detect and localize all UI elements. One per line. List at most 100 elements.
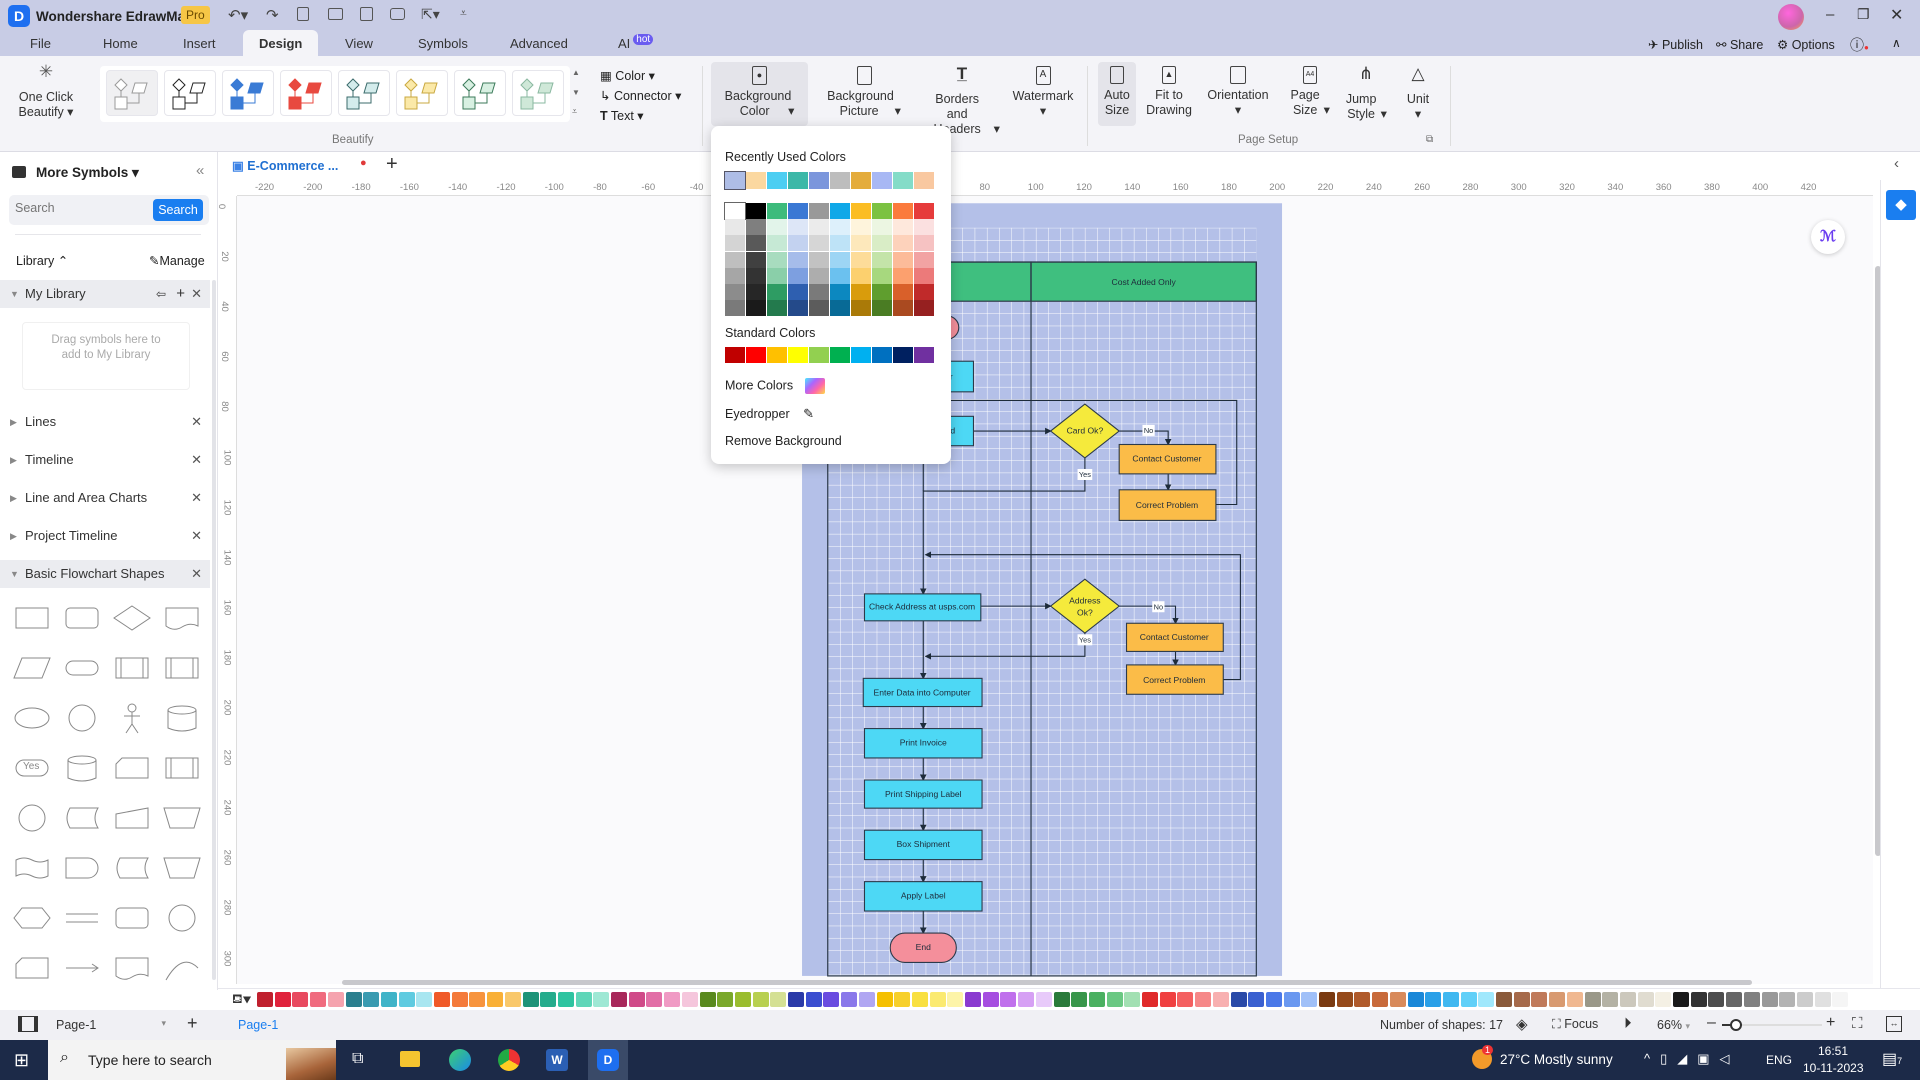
palette-color-swatch[interactable] bbox=[734, 992, 751, 1007]
library-my-library[interactable]: ▼ My Library ⇦ + ✕ bbox=[0, 280, 210, 308]
theme-style-6[interactable] bbox=[396, 70, 448, 116]
options-button[interactable]: ⚙ Options bbox=[1777, 37, 1835, 52]
remove-background-button[interactable]: Remove Background bbox=[725, 434, 842, 448]
theme-color-swatch[interactable] bbox=[872, 203, 892, 219]
shape-rounded-rect[interactable] bbox=[62, 600, 102, 636]
palette-color-swatch[interactable] bbox=[363, 992, 380, 1007]
connector-dropdown[interactable]: ↳ Connector ▾ bbox=[600, 88, 681, 103]
theme-color-swatch[interactable] bbox=[746, 251, 766, 268]
file-explorer-icon[interactable] bbox=[400, 1051, 420, 1067]
theme-color-swatch[interactable] bbox=[872, 251, 892, 268]
theme-color-swatch[interactable] bbox=[725, 251, 745, 268]
theme-color-swatch[interactable] bbox=[809, 203, 829, 219]
shape-table[interactable] bbox=[162, 750, 202, 786]
shape-trapezoid[interactable] bbox=[162, 850, 202, 886]
watermark-button[interactable]: A Watermark ▾ bbox=[1012, 66, 1074, 119]
shape-manual-operation[interactable] bbox=[162, 800, 202, 836]
zoom-slider[interactable] bbox=[1722, 1019, 1822, 1031]
theme-color-swatch[interactable] bbox=[746, 284, 766, 300]
theme-color-swatch[interactable] bbox=[746, 300, 766, 317]
palette-color-swatch[interactable] bbox=[876, 992, 893, 1007]
palette-color-swatch[interactable] bbox=[1389, 992, 1406, 1007]
print-icon[interactable] bbox=[390, 8, 405, 20]
fit-to-drawing-button[interactable]: ▲ Fit to Drawing bbox=[1143, 66, 1195, 118]
theme-style-3[interactable] bbox=[222, 70, 274, 116]
theme-color-swatch[interactable] bbox=[788, 235, 808, 252]
theme-color-swatch[interactable] bbox=[788, 267, 808, 284]
drawing-canvas[interactable]: ℳ bbox=[237, 196, 1881, 985]
shape-cylinder[interactable] bbox=[62, 750, 102, 786]
theme-color-swatch[interactable] bbox=[914, 235, 934, 252]
gallery-scroll-down-icon[interactable]: ▼ bbox=[572, 88, 580, 97]
tab-view[interactable]: View bbox=[345, 36, 373, 51]
theme-color-swatch[interactable] bbox=[914, 300, 934, 317]
symbol-search-input[interactable] bbox=[15, 201, 145, 215]
theme-style-8[interactable] bbox=[512, 70, 564, 116]
palette-color-swatch[interactable] bbox=[982, 992, 999, 1007]
palette-color-swatch[interactable] bbox=[805, 992, 822, 1007]
tab-insert[interactable]: Insert bbox=[183, 36, 216, 51]
palette-color-swatch[interactable] bbox=[1088, 992, 1105, 1007]
palette-color-swatch[interactable] bbox=[947, 992, 964, 1007]
collapse-panel-icon[interactable]: « bbox=[196, 162, 204, 179]
theme-color-swatch[interactable] bbox=[914, 219, 934, 236]
chrome-browser-icon[interactable] bbox=[498, 1049, 520, 1071]
palette-color-swatch[interactable] bbox=[1301, 992, 1318, 1007]
windows-start-icon[interactable]: ⊞ bbox=[14, 1050, 29, 1071]
theme-color-swatch[interactable] bbox=[746, 267, 766, 284]
palette-color-swatch[interactable] bbox=[1761, 992, 1778, 1007]
theme-color-swatch[interactable] bbox=[893, 267, 913, 284]
palette-color-swatch[interactable] bbox=[593, 992, 610, 1007]
weather-text[interactable]: 27°C Mostly sunny bbox=[1500, 1052, 1613, 1067]
theme-color-swatch[interactable] bbox=[914, 251, 934, 268]
color-dropdown[interactable]: ▦ Color ▾ bbox=[600, 68, 655, 83]
edge-browser-icon[interactable] bbox=[449, 1049, 471, 1071]
palette-color-swatch[interactable] bbox=[327, 992, 344, 1007]
palette-color-swatch[interactable] bbox=[257, 992, 273, 1007]
theme-color-swatch[interactable] bbox=[767, 300, 787, 317]
shape-document[interactable] bbox=[162, 600, 202, 636]
palette-color-swatch[interactable] bbox=[1496, 992, 1512, 1007]
theme-color-swatch[interactable] bbox=[830, 219, 850, 236]
theme-color-swatch[interactable] bbox=[725, 300, 745, 317]
palette-color-swatch[interactable] bbox=[1248, 992, 1265, 1007]
palette-color-swatch[interactable] bbox=[965, 992, 981, 1007]
palette-color-swatch[interactable] bbox=[646, 992, 663, 1007]
tab-design[interactable]: Design bbox=[243, 30, 319, 56]
fit-page-icon[interactable]: ↔ bbox=[1886, 1016, 1902, 1032]
recent-color-swatch[interactable] bbox=[788, 172, 808, 189]
shape-card[interactable] bbox=[112, 750, 152, 786]
close-icon[interactable]: ✕ bbox=[191, 560, 202, 588]
format-panel-icon[interactable]: ◆ bbox=[1886, 190, 1916, 220]
palette-color-swatch[interactable] bbox=[1212, 992, 1229, 1007]
theme-color-swatch[interactable] bbox=[725, 235, 745, 252]
theme-color-swatch[interactable] bbox=[788, 251, 808, 268]
theme-color-swatch[interactable] bbox=[746, 219, 766, 236]
auto-size-button[interactable]: Auto Size bbox=[1098, 62, 1136, 126]
palette-color-swatch[interactable] bbox=[310, 992, 327, 1007]
theme-style-7[interactable] bbox=[454, 70, 506, 116]
shape-manual-input[interactable] bbox=[112, 800, 152, 836]
theme-color-swatch[interactable] bbox=[809, 251, 829, 268]
palette-color-swatch[interactable] bbox=[1053, 992, 1070, 1007]
theme-color-swatch[interactable] bbox=[851, 251, 871, 268]
theme-color-swatch[interactable] bbox=[872, 219, 892, 236]
shape-multi-document[interactable] bbox=[112, 950, 152, 986]
theme-style-1[interactable] bbox=[106, 70, 158, 116]
palette-color-swatch[interactable] bbox=[1372, 992, 1389, 1007]
horizontal-scrollbar[interactable] bbox=[342, 980, 1752, 985]
theme-color-swatch[interactable] bbox=[767, 267, 787, 284]
palette-color-swatch[interactable] bbox=[1513, 992, 1530, 1007]
background-color-button[interactable]: ● Background Color ▾ bbox=[711, 62, 808, 126]
jump-style-button[interactable]: ⋔ Jump Style ▾ bbox=[1340, 65, 1392, 122]
minimize-icon[interactable]: – bbox=[1826, 6, 1834, 23]
publish-button[interactable]: ✈ Publish bbox=[1648, 37, 1703, 52]
theme-color-swatch[interactable] bbox=[893, 300, 913, 317]
shape-yes-label[interactable]: Yes bbox=[12, 750, 52, 786]
zoom-out-button[interactable]: – bbox=[1707, 1014, 1716, 1032]
palette-color-swatch[interactable] bbox=[1637, 992, 1654, 1007]
palette-color-swatch[interactable] bbox=[434, 992, 450, 1007]
theme-color-swatch[interactable] bbox=[809, 267, 829, 284]
palette-color-swatch[interactable] bbox=[1354, 992, 1371, 1007]
palette-color-swatch[interactable] bbox=[681, 992, 698, 1007]
